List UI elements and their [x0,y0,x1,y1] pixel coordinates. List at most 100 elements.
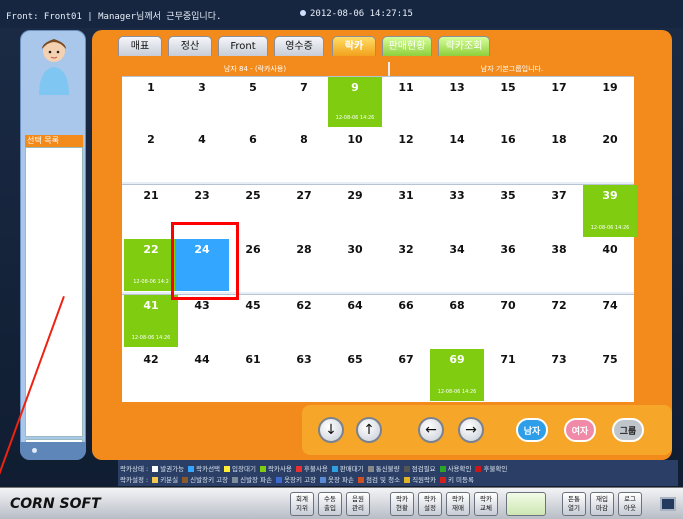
locker-17[interactable]: 17 [532,77,586,127]
locker-65[interactable]: 65 [328,349,382,401]
locker-30[interactable]: 30 [328,239,382,291]
locker-68[interactable]: 68 [430,295,484,347]
female-filter-button[interactable]: 여자 [564,418,596,442]
toolbar-button[interactable]: 락카 교체 [474,492,498,516]
monitor-icon[interactable] [660,497,676,511]
locker-18[interactable]: 18 [532,129,586,181]
locker-number: 35 [500,189,516,202]
locker-64[interactable]: 64 [328,295,382,347]
toolbar-button[interactable]: 돈통 열기 [562,492,586,516]
locker-6[interactable]: 6 [226,129,280,181]
locker-28[interactable]: 28 [277,239,331,291]
tab-receipt[interactable]: 영수증 [274,36,324,56]
toolbar-button[interactable]: 락카 설정 [418,492,442,516]
legend-item: 신발장 파손 [232,476,272,484]
tab-sales-status[interactable]: 판매현황 [382,36,432,56]
locker-1[interactable]: 1 [124,77,178,127]
sidebar-footer [20,442,86,460]
locker-40[interactable]: 40 [583,239,637,291]
legend-swatch [295,466,302,472]
locker-37[interactable]: 37 [532,185,586,237]
locker-73[interactable]: 73 [532,349,586,401]
locker-9[interactable]: 9 12-08-06 14:26 [328,77,382,127]
locker-33[interactable]: 33 [430,185,484,237]
locker-number: 13 [449,81,465,94]
locker-21[interactable]: 21 [124,185,178,237]
locker-13[interactable]: 13 [430,77,484,127]
locker-4[interactable]: 4 [175,129,229,181]
locker-35[interactable]: 35 [481,185,535,237]
locker-62[interactable]: 62 [277,295,331,347]
legend-swatch [152,477,159,483]
locker-22[interactable]: 22 12-08-06 14:2 [124,239,178,291]
locker-45[interactable]: 45 [226,295,280,347]
selection-list[interactable] [25,147,83,437]
locker-61[interactable]: 61 [226,349,280,401]
toolbar-button[interactable]: 락카 현황 [390,492,414,516]
scroll-left-button[interactable]: ← [418,417,444,443]
locker-11[interactable]: 11 [379,77,433,127]
locker-44[interactable]: 44 [175,349,229,401]
tab-settlement[interactable]: 정산 [168,36,212,56]
locker-15[interactable]: 15 [481,77,535,127]
locker-19[interactable]: 19 [583,77,637,127]
locker-12[interactable]: 12 [379,129,433,181]
legend-item: 발권가능 [152,465,184,473]
legend-swatch [403,466,410,472]
locker-number: 22 [143,243,159,256]
locker-36[interactable]: 36 [481,239,535,291]
toolbar-button[interactable]: 로그 아웃 [618,492,642,516]
locker-34[interactable]: 34 [430,239,484,291]
scroll-up-button[interactable]: ↑ [356,417,382,443]
locker-3[interactable]: 3 [175,77,229,127]
locker-number: 29 [347,189,363,202]
locker-5[interactable]: 5 [226,77,280,127]
legend-swatch [440,477,446,483]
locker-67[interactable]: 67 [379,349,433,401]
locker-number: 39 [602,189,618,202]
locker-43[interactable]: 43 [175,295,229,347]
locker-27[interactable]: 27 [277,185,331,237]
locker-41[interactable]: 41 12-08-06 14:26 [124,295,178,347]
locker-66[interactable]: 66 [379,295,433,347]
toolbar-button[interactable]: 음원 관리 [346,492,370,516]
locker-70[interactable]: 70 [481,295,535,347]
locker-16[interactable]: 16 [481,129,535,181]
locker-2[interactable]: 2 [124,129,178,181]
toolbar-button[interactable]: 재입 마감 [590,492,614,516]
locker-14[interactable]: 14 [430,129,484,181]
toolbar-button[interactable]: 수동 출입 [318,492,342,516]
locker-75[interactable]: 75 [583,349,637,401]
locker-69[interactable]: 69 12-08-06 14:26 [430,349,484,401]
locker-number: 19 [602,81,618,94]
locker-number: 63 [296,353,312,366]
locker-20[interactable]: 20 [583,129,637,181]
toolbar-button[interactable]: 락카 재매 [446,492,470,516]
locker-38[interactable]: 38 [532,239,586,291]
locker-number: 21 [143,189,159,202]
locker-39[interactable]: 39 12-08-06 14:26 [583,185,637,237]
locker-72[interactable]: 72 [532,295,586,347]
locker-74[interactable]: 74 [583,295,637,347]
locker-8[interactable]: 8 [277,129,331,181]
locker-71[interactable]: 71 [481,349,535,401]
locker-7[interactable]: 7 [277,77,331,127]
scroll-right-button[interactable]: → [458,417,484,443]
group-filter-button[interactable]: 그룹 [612,418,644,442]
locker-31[interactable]: 31 [379,185,433,237]
locker-29[interactable]: 29 [328,185,382,237]
legend-item: 키분실 [152,476,178,484]
toolbar-button[interactable]: 회계 지위 [290,492,314,516]
locker-63[interactable]: 63 [277,349,331,401]
tab-locker-search[interactable]: 락카조회 [438,36,490,56]
locker-42[interactable]: 42 [124,349,178,401]
tab-ticket[interactable]: 매표 [118,36,162,56]
tab-locker[interactable]: 락카 [332,36,376,56]
locker-32[interactable]: 32 [379,239,433,291]
male-filter-button[interactable]: 남자 [516,418,548,442]
tab-front[interactable]: Front [218,36,268,56]
scroll-down-button[interactable]: ↓ [318,417,344,443]
toolbar-button[interactable] [506,492,546,516]
legend-swatch [358,477,365,483]
locker-10[interactable]: 10 [328,129,382,181]
